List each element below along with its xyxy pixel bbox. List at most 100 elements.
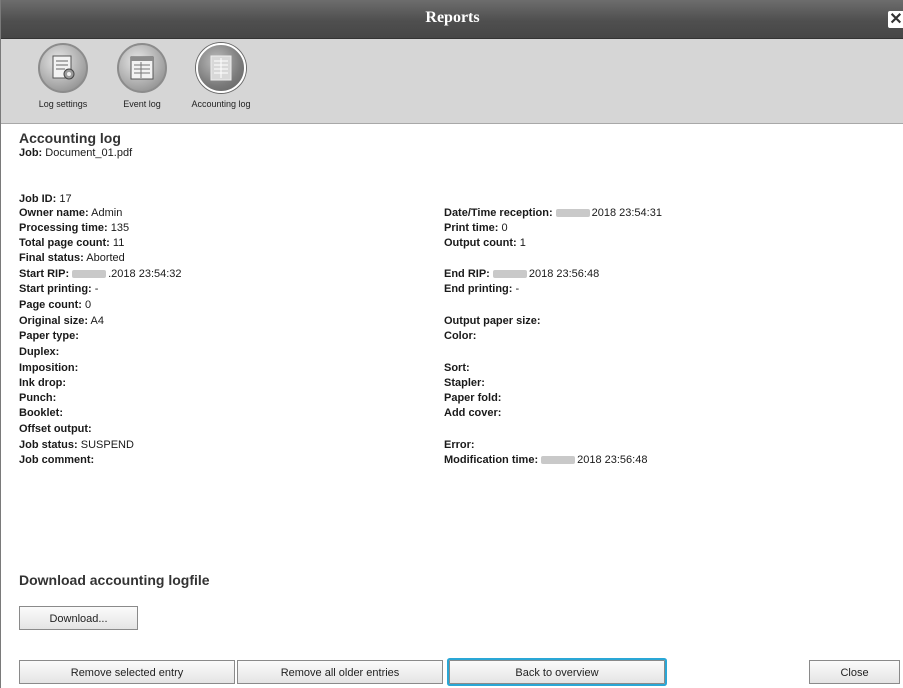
field-paper-fold: Paper fold: xyxy=(444,392,501,405)
field-start-rip: Start RIP: .2018 23:54:32 xyxy=(19,268,182,281)
field-key: Punch: xyxy=(19,392,57,404)
close-button[interactable]: Close xyxy=(809,660,900,684)
field-key: Date/Time reception: xyxy=(444,207,553,219)
log-settings-icon xyxy=(38,43,88,93)
field-key: Add cover: xyxy=(444,407,502,419)
field-output-paper-size: Output paper size: xyxy=(444,315,541,328)
field-value: 0 xyxy=(501,222,508,234)
tool-label: Accounting log xyxy=(191,99,251,109)
field-key: Print time: xyxy=(444,222,499,234)
field-key: Job ID: xyxy=(19,193,57,205)
field-key: Page count: xyxy=(19,299,82,311)
field-value: .2018 23:54:32 xyxy=(108,268,182,280)
field-key: End printing: xyxy=(444,283,513,295)
field-key: Output count: xyxy=(444,237,517,249)
close-window-icon[interactable]: ✕ xyxy=(888,11,903,28)
tool-label: Log settings xyxy=(38,99,88,109)
field-key: Modification time: xyxy=(444,454,539,466)
field-paper-type: Paper type: xyxy=(19,330,79,343)
field-value: SUSPEND xyxy=(80,439,134,451)
field-page-count: Page count: 0 xyxy=(19,299,91,312)
field-key: Original size: xyxy=(19,315,89,327)
field-owner-name: Owner name: Admin xyxy=(19,207,122,220)
field-key: Owner name: xyxy=(19,207,89,219)
field-modification-time: Modification time: 2018 23:56:48 xyxy=(444,454,647,467)
field-key: Start printing: xyxy=(19,283,92,295)
field-date-time-reception: Date/Time reception: 2018 23:54:31 xyxy=(444,207,662,220)
field-key: Imposition: xyxy=(19,362,79,374)
field-final-status: Final status: Aborted xyxy=(19,252,125,265)
reports-window: Reports ✕ Log settings Event log Account… xyxy=(0,0,903,688)
accounting-log-button[interactable]: Accounting log xyxy=(185,43,257,109)
field-total-page-count: Total page count: 11 xyxy=(19,237,124,250)
accounting-log-header: Accounting log Job: Document_01.pdf xyxy=(19,130,889,159)
bottom-action-bar: Remove selected entry Remove all older e… xyxy=(1,657,903,688)
field-value: 1 xyxy=(519,237,526,249)
field-punch: Punch: xyxy=(19,392,56,405)
title-bar: Reports ✕ xyxy=(1,0,903,39)
field-value: 2018 23:54:31 xyxy=(591,207,662,219)
field-value: - xyxy=(515,283,520,295)
field-imposition: Imposition: xyxy=(19,362,78,375)
field-key: Job status: xyxy=(19,439,78,451)
field-end-printing: End printing: - xyxy=(444,283,519,296)
field-key: Ink drop: xyxy=(19,377,67,389)
field-value: Admin xyxy=(91,207,123,219)
field-booklet: Booklet: xyxy=(19,407,63,420)
field-value: - xyxy=(94,283,99,295)
job-filename: Document_01.pdf xyxy=(45,147,133,159)
field-value: 0 xyxy=(85,299,92,311)
redacted-date xyxy=(72,269,107,278)
field-start-printing: Start printing: - xyxy=(19,283,98,296)
field-end-rip: End RIP: 2018 23:56:48 xyxy=(444,268,599,281)
field-key: End RIP: xyxy=(444,268,490,280)
field-key: Offset output: xyxy=(19,423,92,435)
remove-selected-entry-button[interactable]: Remove selected entry xyxy=(19,660,235,684)
field-value: 2018 23:56:48 xyxy=(577,454,648,466)
field-key: Total page count: xyxy=(19,237,110,249)
section-title: Accounting log xyxy=(19,130,121,146)
field-sort: Sort: xyxy=(444,362,470,375)
field-key: Output paper size: xyxy=(444,315,541,327)
job-label: Job: xyxy=(19,147,43,159)
field-value: Aborted xyxy=(86,252,125,264)
job-line: Job: Document_01.pdf xyxy=(19,147,889,159)
field-stapler: Stapler: xyxy=(444,377,485,390)
field-color: Color: xyxy=(444,330,476,343)
field-job-id: Job ID: 17 xyxy=(19,193,72,206)
window-title: Reports xyxy=(425,9,480,26)
field-key: Start RIP: xyxy=(19,268,70,280)
field-key: Booklet: xyxy=(19,407,63,419)
log-settings-button[interactable]: Log settings xyxy=(27,43,99,109)
field-add-cover: Add cover: xyxy=(444,407,501,420)
field-offset-output: Offset output: xyxy=(19,423,92,436)
redacted-date xyxy=(541,455,576,464)
reports-toolbar: Log settings Event log Accounting log xyxy=(1,39,903,124)
download-button[interactable]: Download... xyxy=(19,606,138,630)
field-key: Paper type: xyxy=(19,330,79,342)
field-key: Paper fold: xyxy=(444,392,502,404)
redacted-date xyxy=(555,208,590,217)
field-value: 2018 23:56:48 xyxy=(528,268,600,280)
field-key: Job comment: xyxy=(19,454,95,466)
event-log-icon xyxy=(117,43,167,93)
field-job-comment: Job comment: xyxy=(19,454,94,467)
remove-older-entries-button[interactable]: Remove all older entries xyxy=(237,660,443,684)
redacted-date xyxy=(492,269,527,278)
field-value: 135 xyxy=(110,222,130,234)
field-key: Error: xyxy=(444,439,475,451)
field-value: 17 xyxy=(59,193,72,205)
field-key: Duplex: xyxy=(19,346,60,358)
field-key: Color: xyxy=(444,330,477,342)
field-key: Stapler: xyxy=(444,377,485,389)
field-duplex: Duplex: xyxy=(19,346,59,359)
field-value: A4 xyxy=(90,315,104,327)
accounting-log-icon xyxy=(196,43,246,93)
tool-label: Event log xyxy=(123,99,161,109)
field-ink-drop: Ink drop: xyxy=(19,377,66,390)
back-to-overview-button[interactable]: Back to overview xyxy=(449,660,665,684)
field-value: 11 xyxy=(112,237,125,249)
field-print-time: Print time: 0 xyxy=(444,222,508,235)
event-log-button[interactable]: Event log xyxy=(106,43,178,109)
field-processing-time: Processing time: 135 xyxy=(19,222,129,235)
